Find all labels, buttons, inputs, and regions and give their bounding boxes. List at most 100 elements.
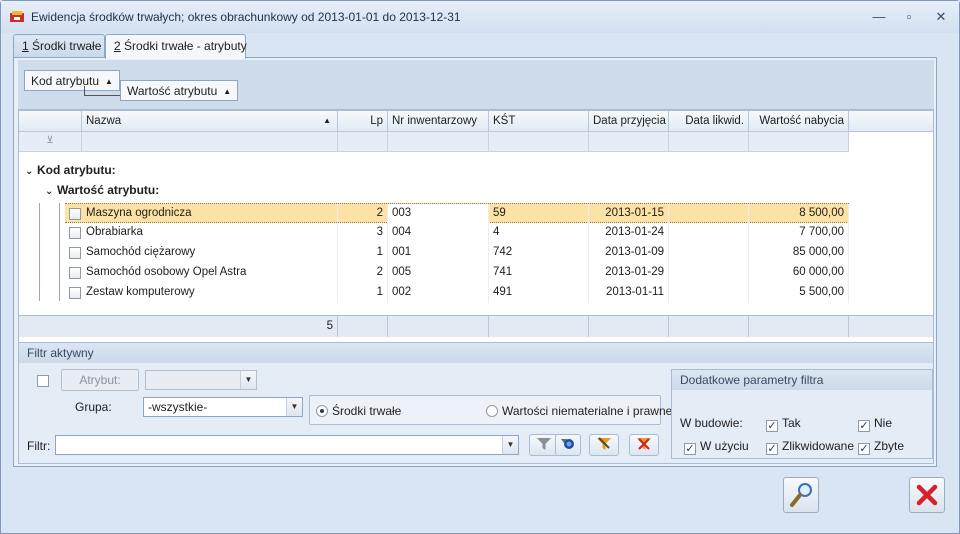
zbyte-label: Zbyte (874, 439, 905, 453)
filter-cell-kst[interactable] (489, 132, 589, 152)
filter-cell-data-przyjecia[interactable] (589, 132, 669, 152)
footer-cell (669, 316, 749, 337)
row-checkbox[interactable] (69, 227, 81, 239)
group-row-kod-atrybutu-label: Kod atrybutu: (37, 163, 116, 177)
close-window-button[interactable]: ✕ (929, 7, 953, 27)
cell-wartosc-nabycia: 5 500,00 (749, 283, 849, 303)
filtr-input[interactable]: ▼ (55, 435, 519, 455)
nie-checkbox[interactable]: ✓ Nie (858, 416, 892, 432)
window-title: Ewidencja środków trwałych; okres obrach… (31, 10, 461, 24)
cell-kst: 59 (489, 204, 589, 224)
atrybut-combo[interactable]: ▼ (145, 370, 257, 390)
grupa-value: -wszystkie- (148, 400, 208, 414)
chevron-down-icon[interactable]: ▼ (286, 398, 302, 416)
row-checkbox[interactable] (69, 267, 81, 279)
filter-panel-title: Filtr aktywny (19, 343, 933, 363)
column-header-nazwa[interactable]: Nazwa ▲ (82, 111, 338, 132)
group-row-kod-atrybutu[interactable]: ⌄ Kod atrybutu: (25, 163, 116, 177)
radio-selected-icon[interactable] (316, 405, 328, 417)
radio-unselected-icon[interactable] (486, 405, 498, 417)
chevron-down-icon[interactable]: ▼ (240, 371, 256, 389)
grupa-label: Grupa: (75, 400, 112, 414)
funnel-icon (537, 438, 551, 450)
tab-srodki-trwale-atrybuty[interactable]: 2 Środki trwałe - atrybuty (105, 34, 247, 59)
cell-wartosc-nabycia: 60 000,00 (749, 263, 849, 283)
maximize-button[interactable]: ▫ (897, 7, 921, 27)
zlikwidowane-label: Zlikwidowane (782, 439, 855, 453)
row-checkbox[interactable] (69, 208, 81, 220)
cell-lp: 2 (338, 204, 388, 224)
clear-filter-button[interactable] (555, 434, 581, 456)
check-icon[interactable]: ✓ (766, 420, 778, 432)
zlikwidowane-checkbox[interactable]: ✓ Zlikwidowane (766, 439, 854, 455)
w-uzyciu-checkbox[interactable]: ✓ W użyciu (684, 439, 749, 455)
column-header-data-przyjecia[interactable]: Data przyjęcia (589, 111, 669, 132)
filtr-label: Filtr: (27, 439, 51, 453)
column-header-kst[interactable]: KŚT (489, 111, 589, 132)
grupa-combo[interactable]: -wszystkie- ▼ (143, 397, 303, 417)
filter-cell-nazwa[interactable] (82, 132, 338, 152)
filter-cell-lp[interactable] (338, 132, 388, 152)
radio-srodki-trwale[interactable]: Środki trwałe (316, 404, 401, 418)
cell-nr-inwentarzowy: 001 (388, 243, 489, 263)
tab-srodki-trwale[interactable]: 1 Środki trwałe (13, 34, 105, 58)
chevron-down-icon[interactable]: ▼ (502, 436, 518, 454)
zbyte-checkbox[interactable]: ✓ Zbyte (858, 439, 904, 455)
filter-remove-button[interactable] (629, 434, 659, 456)
table-row[interactable]: Samochód ciężarowy 1 001 742 2013-01-09 … (65, 243, 849, 263)
extra-params-title: Dodatkowe parametry filtra (672, 370, 932, 390)
filter-cell-nr[interactable] (388, 132, 489, 152)
row-checkbox[interactable] (69, 247, 81, 259)
app-icon (10, 11, 24, 22)
filter-row-icon[interactable]: ⊻ (19, 132, 82, 152)
footer-cell (749, 316, 849, 337)
cell-nr-inwentarzowy: 003 (388, 204, 489, 224)
check-icon[interactable]: ✓ (684, 443, 696, 455)
extra-params-box: Dodatkowe parametry filtra W budowie: ✓ T… (671, 369, 933, 459)
table-row[interactable]: Samochód osobowy Opel Astra 2 005 741 20… (65, 263, 849, 283)
column-header-lp[interactable]: Lp (338, 111, 388, 132)
grid-corner-header (19, 111, 82, 132)
filter-cell-wartosc[interactable] (749, 132, 849, 152)
tab-atrybuty-label: Środki trwałe - atrybuty (120, 39, 247, 53)
cell-lp: 2 (338, 263, 388, 283)
column-header-nr-inwentarzowy[interactable]: Nr inwentarzowy (388, 111, 489, 132)
cell-wartosc-nabycia: 85 000,00 (749, 243, 849, 263)
tree-line (39, 203, 40, 301)
column-header-wartosc-nabycia[interactable]: Wartość nabycia (749, 111, 849, 132)
w-budowie-label: W budowie: (680, 416, 743, 430)
cell-nr-inwentarzowy: 004 (388, 223, 489, 243)
check-icon[interactable]: ✓ (858, 420, 870, 432)
group-chip-wartosc-atrybutu[interactable]: Wartość atrybutu ▲ (120, 80, 239, 101)
chevron-down-icon[interactable]: ⌄ (45, 186, 57, 197)
tab-srodki-trwale-hotkey: 1 (22, 39, 29, 53)
row-checkbox[interactable] (69, 287, 81, 299)
column-header-data-likwid[interactable]: Data likwid. (669, 111, 749, 132)
sort-up-icon: ▲ (223, 87, 232, 96)
table-row[interactable]: Obrabiarka 3 004 4 2013-01-24 7 700,00 (65, 223, 849, 243)
filter-clear-icon (561, 439, 574, 449)
group-row-wartosc-atrybutu[interactable]: ⌄ Wartość atrybutu: (45, 183, 159, 197)
group-chip-wartosc-atrybutu-label: Wartość atrybutu (127, 84, 218, 98)
cell-nr-inwentarzowy: 005 (388, 263, 489, 283)
tak-checkbox[interactable]: ✓ Tak (766, 416, 801, 432)
chevron-down-icon[interactable]: ⌄ (25, 166, 37, 177)
table-row[interactable]: Maszyna ogrodnicza 2 003 59 2013-01-15 8… (65, 203, 849, 224)
cancel-button[interactable] (909, 477, 945, 513)
table-row[interactable]: Zestaw komputerowy 1 002 491 2013-01-11 … (65, 283, 849, 303)
type-radio-group: Środki trwałe Wartości niematerialne i p… (309, 395, 672, 425)
atrybut-checkbox[interactable] (37, 375, 49, 387)
cell-data-przyjecia: 2013-01-15 (589, 204, 669, 224)
tab-panel: Kod atrybutu ▲ Wartość atrybutu ▲ Nazwa ▲ … (13, 57, 937, 467)
atrybut-button[interactable]: Atrybut: (61, 369, 139, 391)
filter-cell-data-likwid[interactable] (669, 132, 749, 152)
preview-button[interactable] (783, 477, 819, 513)
check-icon[interactable]: ✓ (766, 443, 778, 455)
check-icon[interactable]: ✓ (858, 443, 870, 455)
cell-nazwa: Obrabiarka (82, 223, 338, 243)
magnifier-icon (790, 483, 812, 507)
filter-edit-button[interactable] (589, 434, 619, 456)
minimize-button[interactable]: — (867, 7, 891, 27)
radio-wartosci-niematerialne[interactable]: Wartości niematerialne i prawne (486, 404, 672, 418)
tree-line (59, 203, 60, 301)
